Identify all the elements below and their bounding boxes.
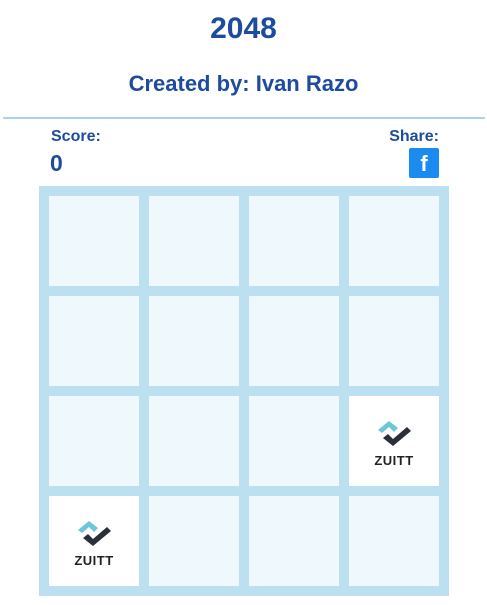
board-cell	[149, 196, 239, 286]
zuitt-logo-icon	[349, 396, 439, 486]
header-divider	[3, 117, 485, 119]
board-cell	[249, 396, 339, 486]
facebook-icon: f	[420, 151, 428, 176]
board-cell	[349, 196, 439, 286]
board-cell	[349, 296, 439, 386]
board-tile: ZUITT	[349, 396, 439, 486]
share-label: Share:	[389, 128, 439, 145]
board-cell	[149, 396, 239, 486]
board-cell	[49, 296, 139, 386]
board-cell	[249, 296, 339, 386]
tile-label: ZUITT	[74, 553, 114, 568]
zuitt-logo-icon	[49, 496, 139, 586]
tile-label: ZUITT	[374, 453, 414, 468]
creator-credit: Created by: Ivan Razo	[128, 71, 359, 96]
game-board[interactable]: ZUITT ZUITT	[39, 186, 449, 596]
board-tile: ZUITT	[49, 496, 139, 586]
board-cell	[249, 496, 339, 586]
score-label: Score:	[51, 128, 101, 145]
game-page: 2048 Created by: Ivan Razo Score: 0 Shar…	[0, 0, 487, 605]
board-cell	[49, 196, 139, 286]
board-cell	[249, 196, 339, 286]
board-cell	[149, 496, 239, 586]
board-cell	[349, 496, 439, 586]
board-cell	[149, 296, 239, 386]
facebook-share-button[interactable]: f	[409, 148, 439, 178]
board-cell	[49, 396, 139, 486]
score-value: 0	[50, 150, 63, 176]
game-title: 2048	[210, 12, 277, 45]
